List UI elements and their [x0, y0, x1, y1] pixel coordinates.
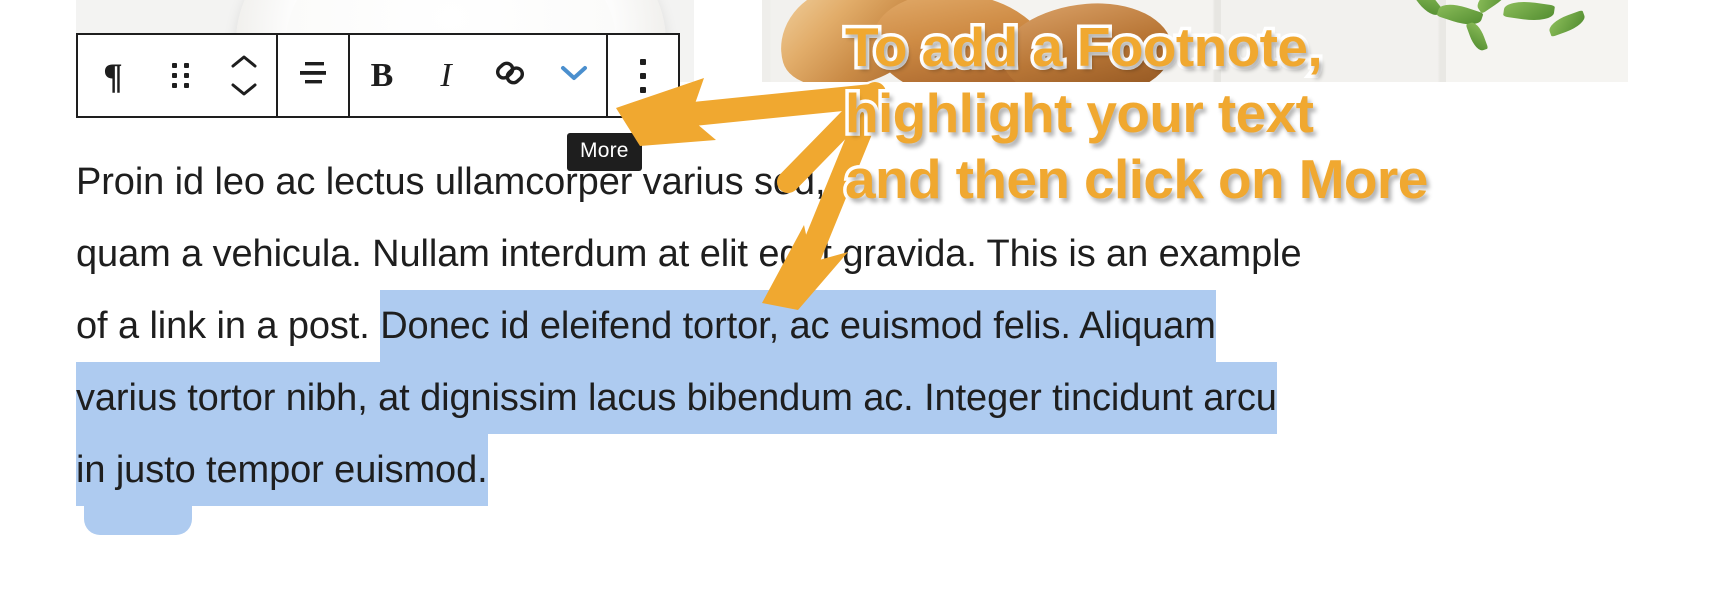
caption-line-3: and then click on More: [842, 145, 1432, 214]
italic-icon: I: [440, 56, 452, 94]
bold-button[interactable]: B: [350, 35, 414, 116]
block-toolbar[interactable]: ¶ B I: [76, 33, 680, 118]
annotation-caption: To add a Footnote, highlight your text a…: [842, 13, 1705, 214]
paragraph-line: quam a vehicula. Nullam interdum at elit…: [76, 218, 1376, 290]
selection-tail: [84, 505, 192, 535]
align-text-icon: [296, 60, 330, 91]
more-formatting-button[interactable]: [542, 35, 606, 116]
move-up-down-button[interactable]: [212, 35, 276, 116]
options-button[interactable]: [608, 35, 678, 116]
move-up-down-icon: [231, 54, 257, 97]
selected-text: in justo tempor euismod.: [76, 434, 488, 506]
bold-icon: B: [370, 56, 394, 94]
editor-screenshot: Proin id leo ac lectus ullamcorper variu…: [0, 0, 1718, 590]
drag-handle-icon: [171, 63, 189, 88]
paragraph-line: varius tortor nibh, at dignissim lacus b…: [76, 362, 1376, 434]
link-icon: [493, 56, 527, 95]
paragraph-line: of a link in a post. Donec id eleifend t…: [76, 290, 1376, 362]
more-tooltip: More: [567, 133, 642, 171]
paragraph-icon: ¶: [103, 55, 123, 96]
toolbar-group-alignment: [278, 35, 350, 116]
chevron-down-icon: [559, 63, 589, 88]
selected-text: Donec id eleifend tortor, ac euismod fel…: [380, 290, 1216, 362]
caption-line-2: highlight your text: [842, 79, 1318, 148]
link-button[interactable]: [478, 35, 542, 116]
align-text-button[interactable]: [278, 35, 348, 116]
italic-button[interactable]: I: [414, 35, 478, 116]
toolbar-group-options: [608, 35, 678, 116]
toolbar-group-block-controls: ¶: [78, 35, 278, 116]
drag-handle-button[interactable]: [148, 35, 212, 116]
toolbar-group-formatting: B I: [350, 35, 608, 116]
paragraph-icon-button[interactable]: ¶: [78, 35, 148, 116]
selected-text: varius tortor nibh, at dignissim lacus b…: [76, 362, 1277, 434]
paragraph-text: of a link in a post.: [76, 305, 381, 347]
paragraph-line: in justo tempor euismod.: [76, 434, 1376, 506]
paragraph-text: Proin id leo ac lectus ullamcorper variu…: [76, 161, 826, 203]
vertical-ellipsis-icon: [640, 58, 646, 93]
caption-line-1: To add a Footnote,: [842, 13, 1327, 82]
paragraph-text: quam a vehicula. Nullam interdum at elit…: [76, 233, 1302, 275]
